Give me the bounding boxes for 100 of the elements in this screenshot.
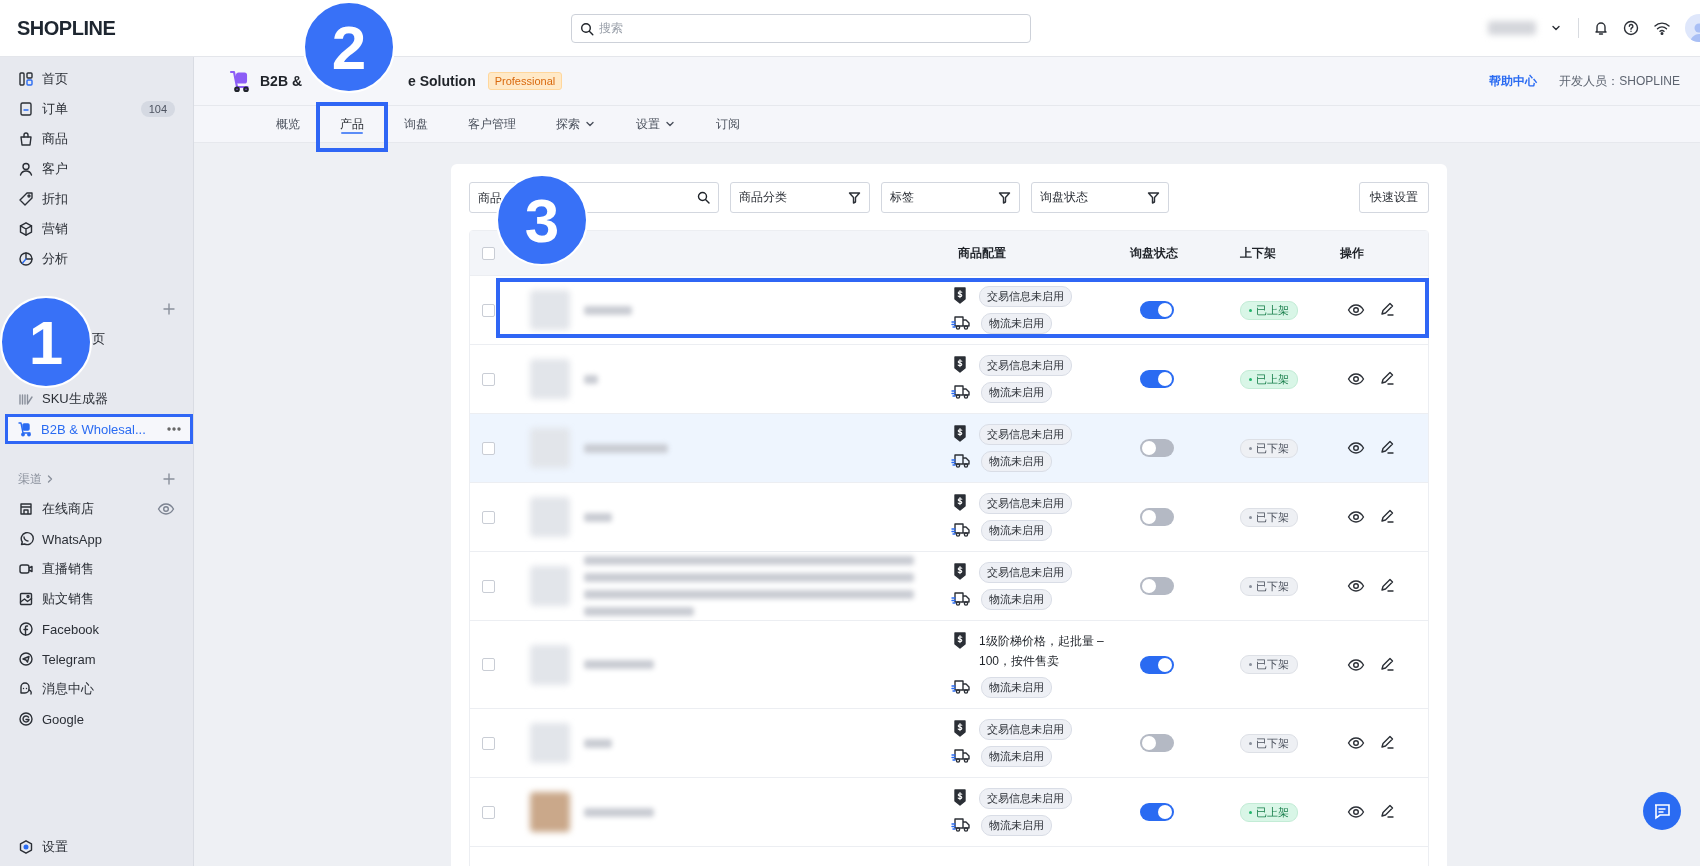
config-tag: 交易信息未启用 — [979, 788, 1072, 809]
redacted-account-name — [1488, 21, 1536, 35]
checkbox[interactable] — [482, 303, 495, 317]
inquiry-toggle[interactable] — [1140, 655, 1174, 674]
help-center-link[interactable]: 帮助中心 — [1489, 72, 1538, 90]
bell-icon — [1593, 20, 1609, 36]
help-icon — [1623, 20, 1639, 36]
checkbox[interactable] — [482, 441, 495, 455]
price-tag-icon — [951, 493, 969, 511]
edit-icon — [1379, 803, 1395, 819]
filter-dropdown[interactable]: 标签 — [881, 182, 1020, 213]
tab[interactable]: 探索 — [536, 106, 616, 142]
cube-icon — [18, 221, 34, 237]
config-tag: 物流未启用 — [981, 382, 1052, 403]
store-icon — [18, 501, 34, 517]
search-icon — [697, 191, 710, 204]
add-icon — [163, 473, 175, 485]
sidebar-item[interactable]: WhatsApp — [6, 524, 187, 554]
sidebar-item[interactable]: B2B & Wholesal... — [5, 414, 193, 444]
checkbox[interactable] — [482, 246, 495, 260]
eye-icon — [157, 500, 175, 518]
checkbox[interactable] — [482, 658, 495, 671]
edit-icon — [1379, 508, 1395, 524]
sidebar-item[interactable]: 首页 — [6, 64, 187, 94]
filter-dropdown[interactable]: 商品分类 — [730, 182, 870, 213]
status-tag: 已上架 — [1240, 369, 1298, 389]
search-field[interactable]: 搜索 — [571, 13, 1031, 43]
sidebar-item[interactable]: 客户 — [6, 154, 187, 184]
tab[interactable]: 产品 — [320, 106, 384, 142]
sidebar-item[interactable]: 设置 — [6, 832, 187, 862]
inquiry-toggle[interactable] — [1140, 301, 1174, 319]
price-tag-icon — [951, 286, 969, 304]
sidebar-item[interactable]: 直播销售 — [6, 554, 187, 584]
tab[interactable]: 客户管理 — [448, 106, 536, 142]
config-tag: 交易信息未启用 — [979, 562, 1072, 583]
highlighted-row[interactable]: 交易信息未启用 物流未启用 已下架 — [470, 414, 1428, 483]
filter-icon — [848, 191, 861, 204]
truck-icon — [951, 746, 971, 764]
product-thumbnail — [530, 644, 570, 685]
quick-settings-button[interactable]: 快速设置 — [1359, 182, 1429, 213]
truck-icon — [951, 589, 971, 607]
chat-bubble-icon — [18, 531, 34, 547]
status-tag: 已下架 — [1240, 507, 1298, 527]
filter-dropdown[interactable]: 询盘状态 — [1031, 182, 1169, 213]
message-icon — [18, 681, 34, 697]
sidebar-item[interactable]: 营销 — [6, 214, 187, 244]
sidebar-item[interactable]: Google — [6, 704, 187, 734]
view-icon — [1347, 803, 1365, 821]
view-icon — [1347, 734, 1365, 752]
sidebar-item[interactable]: 消息中心 — [6, 674, 187, 704]
config-tag: 物流未启用 — [981, 451, 1052, 472]
view-icon — [1347, 439, 1365, 457]
tab[interactable]: 设置 — [616, 106, 696, 142]
sidebar-item[interactable]: Facebook — [6, 614, 187, 644]
checkbox[interactable] — [482, 510, 495, 524]
view-icon — [1347, 370, 1365, 388]
view-icon — [1347, 301, 1365, 319]
inquiry-toggle[interactable] — [1140, 577, 1174, 595]
edit-icon — [1379, 655, 1395, 672]
sidebar-item[interactable]: 折扣 — [6, 184, 187, 214]
sidebar-item[interactable]: 在线商店 — [6, 494, 187, 524]
pie-chart-icon — [18, 251, 34, 267]
checkbox[interactable] — [482, 579, 495, 593]
price-tag-icon — [951, 424, 969, 442]
inquiry-toggle[interactable] — [1140, 370, 1174, 388]
tab[interactable]: 询盘 — [384, 106, 448, 142]
sidebar-item[interactable]: 商品 — [6, 124, 187, 154]
inquiry-toggle[interactable] — [1140, 439, 1174, 457]
truck-icon — [951, 313, 971, 331]
inquiry-toggle[interactable] — [1140, 734, 1174, 752]
product-thumbnail — [530, 290, 570, 330]
edit-icon — [1379, 370, 1395, 386]
filter-icon — [998, 191, 1011, 204]
sidebar-item[interactable]: 订单 104 — [6, 94, 187, 124]
google-icon — [18, 711, 34, 727]
tab[interactable]: 订阅 — [696, 106, 760, 142]
product-thumbnail — [530, 497, 570, 537]
add-icon — [163, 303, 175, 315]
chat-button[interactable] — [1643, 792, 1681, 830]
edit-icon — [1379, 734, 1395, 750]
product-thumbnail — [530, 359, 570, 399]
checkbox[interactable] — [482, 372, 495, 386]
more-icon — [167, 427, 181, 431]
tab[interactable]: 概览 — [256, 106, 320, 142]
config-tag: 交易信息未启用 — [979, 719, 1072, 740]
config-tag: 交易信息未启用 — [979, 286, 1072, 307]
checkbox[interactable] — [482, 736, 495, 750]
inquiry-toggle[interactable] — [1140, 803, 1174, 821]
tag-icon — [18, 191, 34, 207]
checkbox[interactable] — [482, 805, 495, 819]
redacted-product-name — [584, 738, 612, 748]
inquiry-toggle[interactable] — [1140, 508, 1174, 526]
column-header: 询盘状态 — [1130, 244, 1179, 262]
column-header: 商品配置 — [957, 244, 1007, 262]
redacted-product-name — [584, 807, 654, 817]
app-title: B2B & — [260, 73, 302, 89]
sidebar-item[interactable]: 贴文销售 — [6, 584, 187, 614]
sidebar-item[interactable]: Telegram — [6, 644, 187, 674]
status-tag: 已下架 — [1240, 438, 1298, 458]
sidebar-item[interactable]: 分析 — [6, 244, 187, 274]
